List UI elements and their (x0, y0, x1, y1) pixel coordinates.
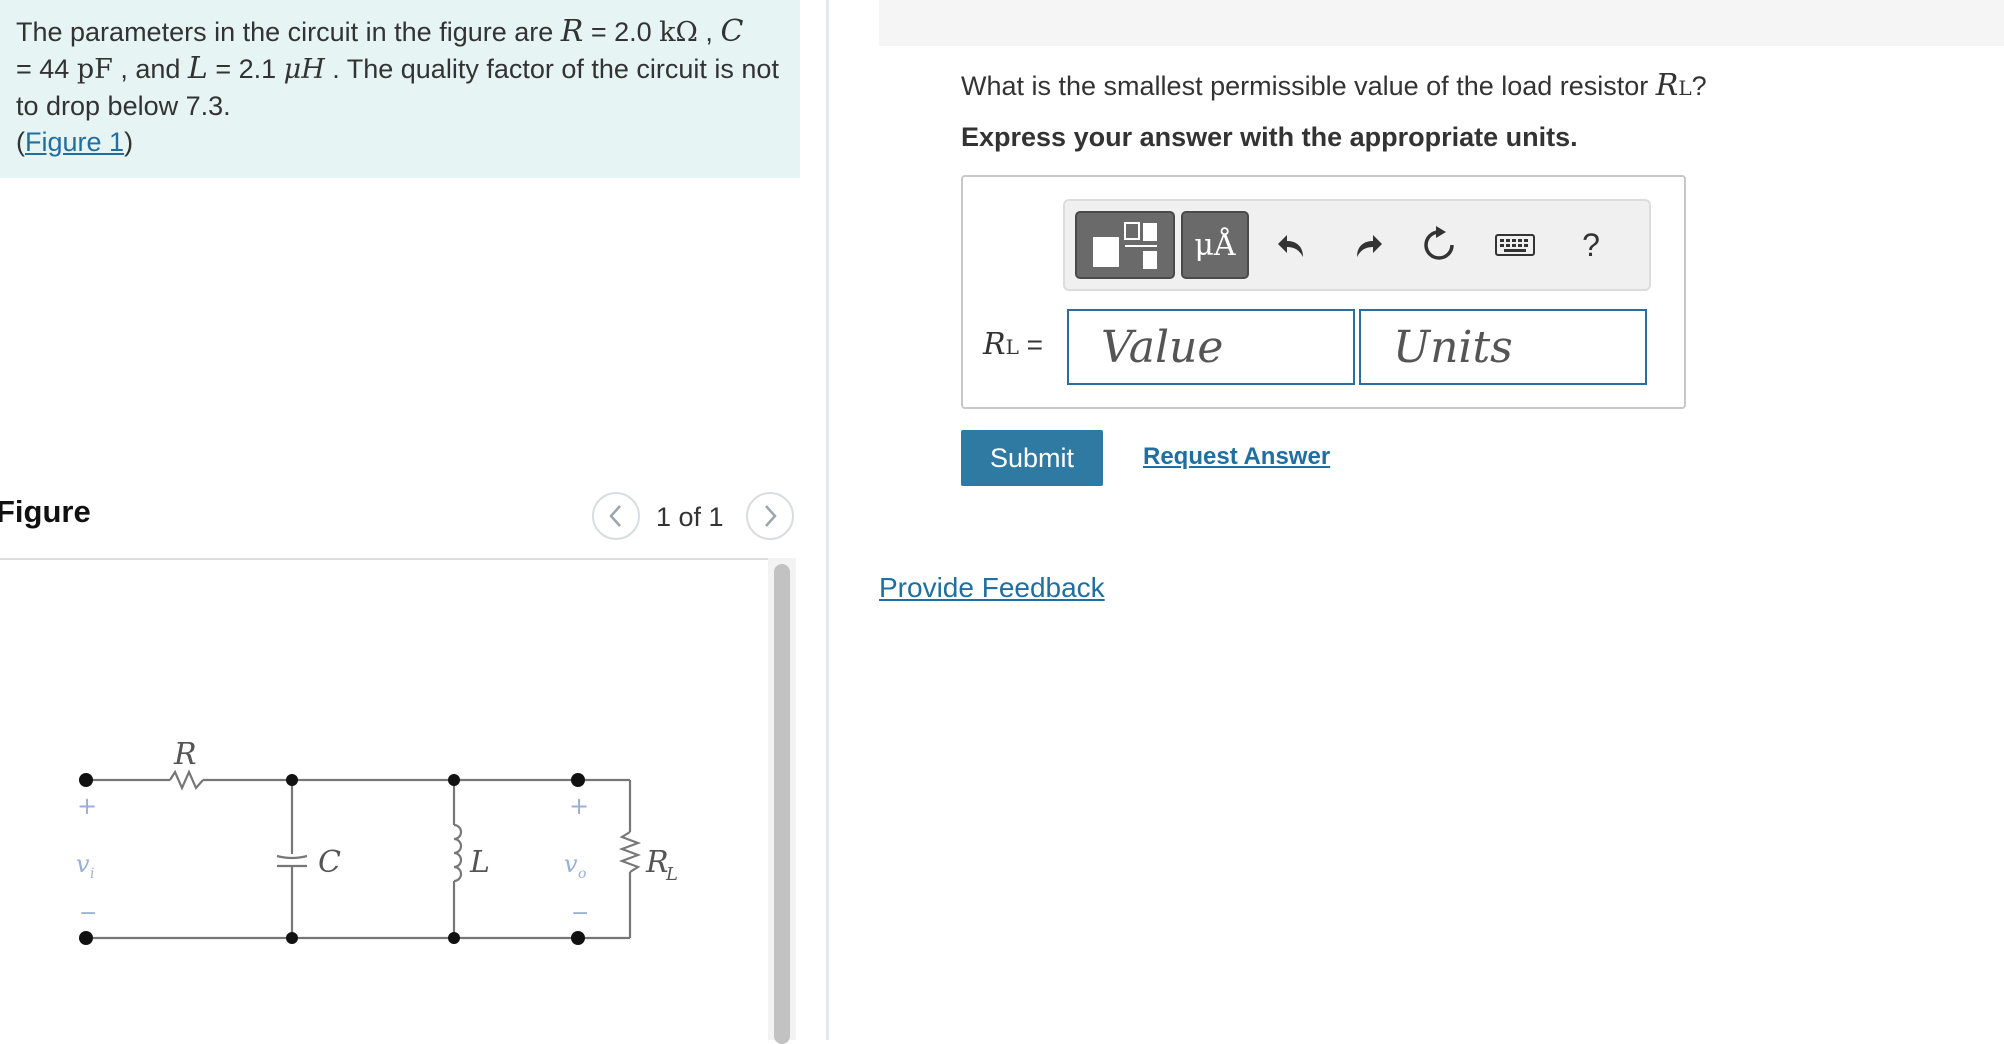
question-body: What is the smallest permissible value o… (961, 71, 1656, 101)
help-button[interactable]: ? (1563, 211, 1619, 279)
r-eq: = 2.0 (583, 17, 660, 47)
minus-vi: − (79, 901, 97, 926)
answer-symbol-sub: L (1005, 335, 1019, 359)
figure-title: Figure (0, 494, 91, 529)
templates-button[interactable] (1075, 211, 1175, 279)
keyboard-icon (1495, 234, 1535, 256)
label-l: L (469, 845, 490, 880)
plus-vi: + (77, 792, 97, 820)
help-icon: ? (1582, 226, 1600, 263)
figure-scrollbar[interactable] (768, 558, 796, 1044)
l-unit: μH (283, 54, 325, 85)
l-symbol: L (187, 51, 208, 86)
answer-box: μÅ ? RL = Value Units (961, 175, 1686, 409)
figure-header: Figure 1 of 1 (0, 488, 796, 560)
reset-button[interactable] (1411, 211, 1467, 279)
label-vo-sub: o (578, 866, 586, 882)
units-input[interactable] (1359, 309, 1647, 385)
text-and: , and (112, 54, 188, 84)
c-symbol: C (720, 14, 744, 49)
next-figure-button[interactable] (746, 492, 794, 540)
circuit-diagram: R C L R L v i v o + − + − (76, 737, 678, 945)
left-pane: The parameters in the circuit in the fig… (0, 0, 826, 1044)
plus-vo: + (569, 792, 589, 820)
value-input[interactable] (1067, 309, 1355, 385)
label-vo: v (564, 850, 578, 878)
submit-button[interactable]: Submit (961, 430, 1103, 486)
chevron-left-icon (609, 505, 621, 527)
r-symbol: R (560, 14, 584, 49)
keyboard-button[interactable] (1485, 211, 1545, 279)
provide-feedback-link[interactable]: Provide Feedback (879, 572, 1105, 604)
answer-eq: = (1018, 329, 1044, 360)
chevron-right-icon (765, 505, 777, 527)
label-r: R (173, 737, 197, 772)
problem-text: The parameters in the circuit in the fig… (16, 17, 561, 47)
units-icon: μÅ (1194, 227, 1236, 263)
question-end: ? (1691, 71, 1707, 101)
paren-open: ( (16, 127, 25, 157)
sep-c: , (697, 17, 721, 47)
math-toolbar: μÅ ? (1063, 199, 1651, 291)
minus-vo: − (571, 901, 589, 926)
r-unit: kΩ (659, 17, 698, 48)
answer-label: RL = (983, 327, 1043, 362)
fraction-template-icon (1093, 222, 1157, 269)
undo-button[interactable] (1265, 211, 1321, 279)
undo-icon (1278, 235, 1303, 257)
label-vi: v (76, 850, 90, 878)
redo-icon (1357, 235, 1382, 257)
redo-button[interactable] (1339, 211, 1395, 279)
reset-icon (1424, 226, 1454, 260)
request-answer-link[interactable]: Request Answer (1143, 443, 1330, 471)
figure-scrollbar-thumb[interactable] (774, 564, 790, 1044)
page-indicator: 1 of 1 (656, 502, 724, 532)
l-eq: = 2.1 (207, 54, 284, 84)
c-unit: pF (76, 54, 113, 85)
label-vi-sub: i (90, 866, 94, 882)
question-text: What is the smallest permissible value o… (961, 68, 1707, 103)
problem-statement: The parameters in the circuit in the fig… (0, 0, 800, 178)
answer-instruction: Express your answer with the appropriate… (961, 122, 1578, 152)
figure-link[interactable]: Figure 1 (25, 127, 124, 157)
label-rl-sub: L (665, 864, 678, 885)
top-strip (879, 0, 2004, 46)
question-symbol: R (1655, 68, 1679, 103)
answer-symbol: R (983, 327, 1006, 362)
units-button[interactable]: μÅ (1181, 211, 1249, 279)
label-c: C (318, 845, 341, 880)
previous-figure-button[interactable] (592, 492, 640, 540)
c-eq: = 44 (16, 54, 77, 84)
question-symbol-sub: L (1678, 76, 1692, 100)
right-pane: What is the smallest permissible value o… (829, 0, 2004, 1040)
paren-close: ) (124, 127, 134, 157)
